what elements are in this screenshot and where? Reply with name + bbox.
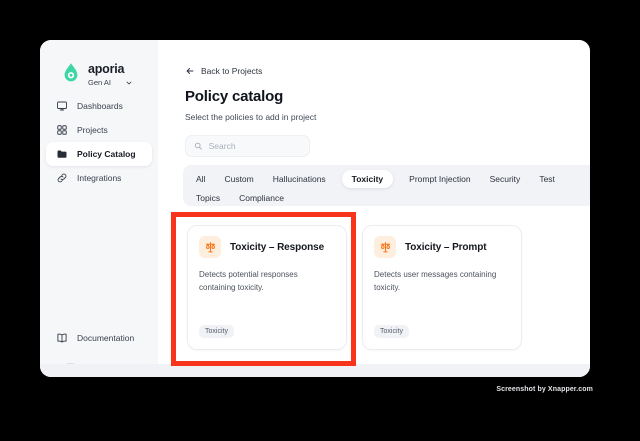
window-bottom-strip (40, 364, 590, 377)
tab-toxicity[interactable]: Toxicity (341, 170, 394, 188)
watermark-text: Screenshot by Xnapper.com (496, 386, 593, 393)
page-subtitle: Select the policies to add in project (185, 112, 317, 122)
policy-card-toxicity-prompt[interactable]: Toxicity – Prompt Detects user messages … (362, 225, 522, 350)
card-tag: Toxicity (374, 325, 409, 338)
policy-cards: Toxicity – Response Detects potential re… (187, 225, 522, 350)
card-title: Toxicity – Response (230, 241, 325, 253)
tab-test[interactable]: Test (536, 170, 558, 188)
arrow-left-icon (186, 68, 194, 74)
sidebar-footer: Documentation (46, 326, 152, 350)
back-to-projects-link[interactable]: Back to Projects (185, 66, 262, 76)
sidebar-item-label: Projects (77, 125, 108, 135)
card-description: Detects user messages containing toxicit… (374, 270, 497, 293)
policy-card-toxicity-response[interactable]: Toxicity – Response Detects potential re… (187, 225, 347, 350)
brand-name: aporia (88, 62, 125, 76)
sidebar-item-label: Integrations (77, 173, 122, 183)
card-description: Detects potential responses containing t… (199, 270, 298, 293)
tab-compliance[interactable]: Compliance (236, 189, 287, 207)
tab-security[interactable]: Security (487, 170, 524, 188)
tab-prompt-injection[interactable]: Prompt Injection (406, 170, 473, 188)
sidebar-item-projects[interactable]: Projects (46, 118, 152, 142)
tab-all[interactable]: All (193, 170, 208, 188)
page-title: Policy catalog (185, 88, 284, 105)
sidebar-item-documentation[interactable]: Documentation (46, 326, 152, 350)
integrations-icon (57, 173, 67, 183)
sidebar: aporia Gen AI Dashboards Projects Policy… (40, 40, 158, 377)
dashboards-icon (57, 101, 67, 111)
sidebar-item-integrations[interactable]: Integrations (46, 166, 152, 190)
projects-icon (57, 125, 67, 135)
documentation-icon (57, 333, 67, 343)
sidebar-item-label: Documentation (77, 333, 135, 343)
card-title: Toxicity – Prompt (405, 241, 487, 253)
scales-icon (199, 236, 221, 258)
sidebar-item-label: Dashboards (77, 101, 123, 111)
search-box[interactable] (185, 135, 310, 157)
scales-icon (374, 236, 396, 258)
main-content: Back to Projects Policy catalog Select t… (158, 40, 590, 377)
search-input[interactable] (208, 141, 301, 151)
back-link-label: Back to Projects (201, 66, 263, 76)
sidebar-item-dashboards[interactable]: Dashboards (46, 94, 152, 118)
workspace-label: Gen AI (88, 78, 111, 87)
tab-hallucinations[interactable]: Hallucinations (270, 170, 329, 188)
chevron-down-icon (126, 81, 132, 84)
search-icon (195, 142, 202, 150)
sidebar-item-policy-catalog[interactable]: Policy Catalog (46, 142, 152, 166)
screenshot-stage: aporia Gen AI Dashboards Projects Policy… (0, 0, 640, 441)
app-window: aporia Gen AI Dashboards Projects Policy… (40, 40, 590, 377)
tab-topics[interactable]: Topics (193, 189, 223, 207)
aporia-logo-icon (64, 63, 78, 82)
workspace-selector[interactable]: Gen AI (88, 78, 133, 87)
sidebar-item-label: Policy Catalog (77, 149, 136, 159)
tab-custom[interactable]: Custom (221, 170, 256, 188)
policy-catalog-icon (57, 150, 67, 158)
card-tag: Toxicity (199, 325, 234, 338)
sidebar-nav: Dashboards Projects Policy Catalog Integ… (46, 94, 152, 190)
brand-block: aporia Gen AI (62, 62, 133, 87)
policy-category-tabs: All Custom Hallucinations Toxicity Promp… (183, 165, 590, 206)
